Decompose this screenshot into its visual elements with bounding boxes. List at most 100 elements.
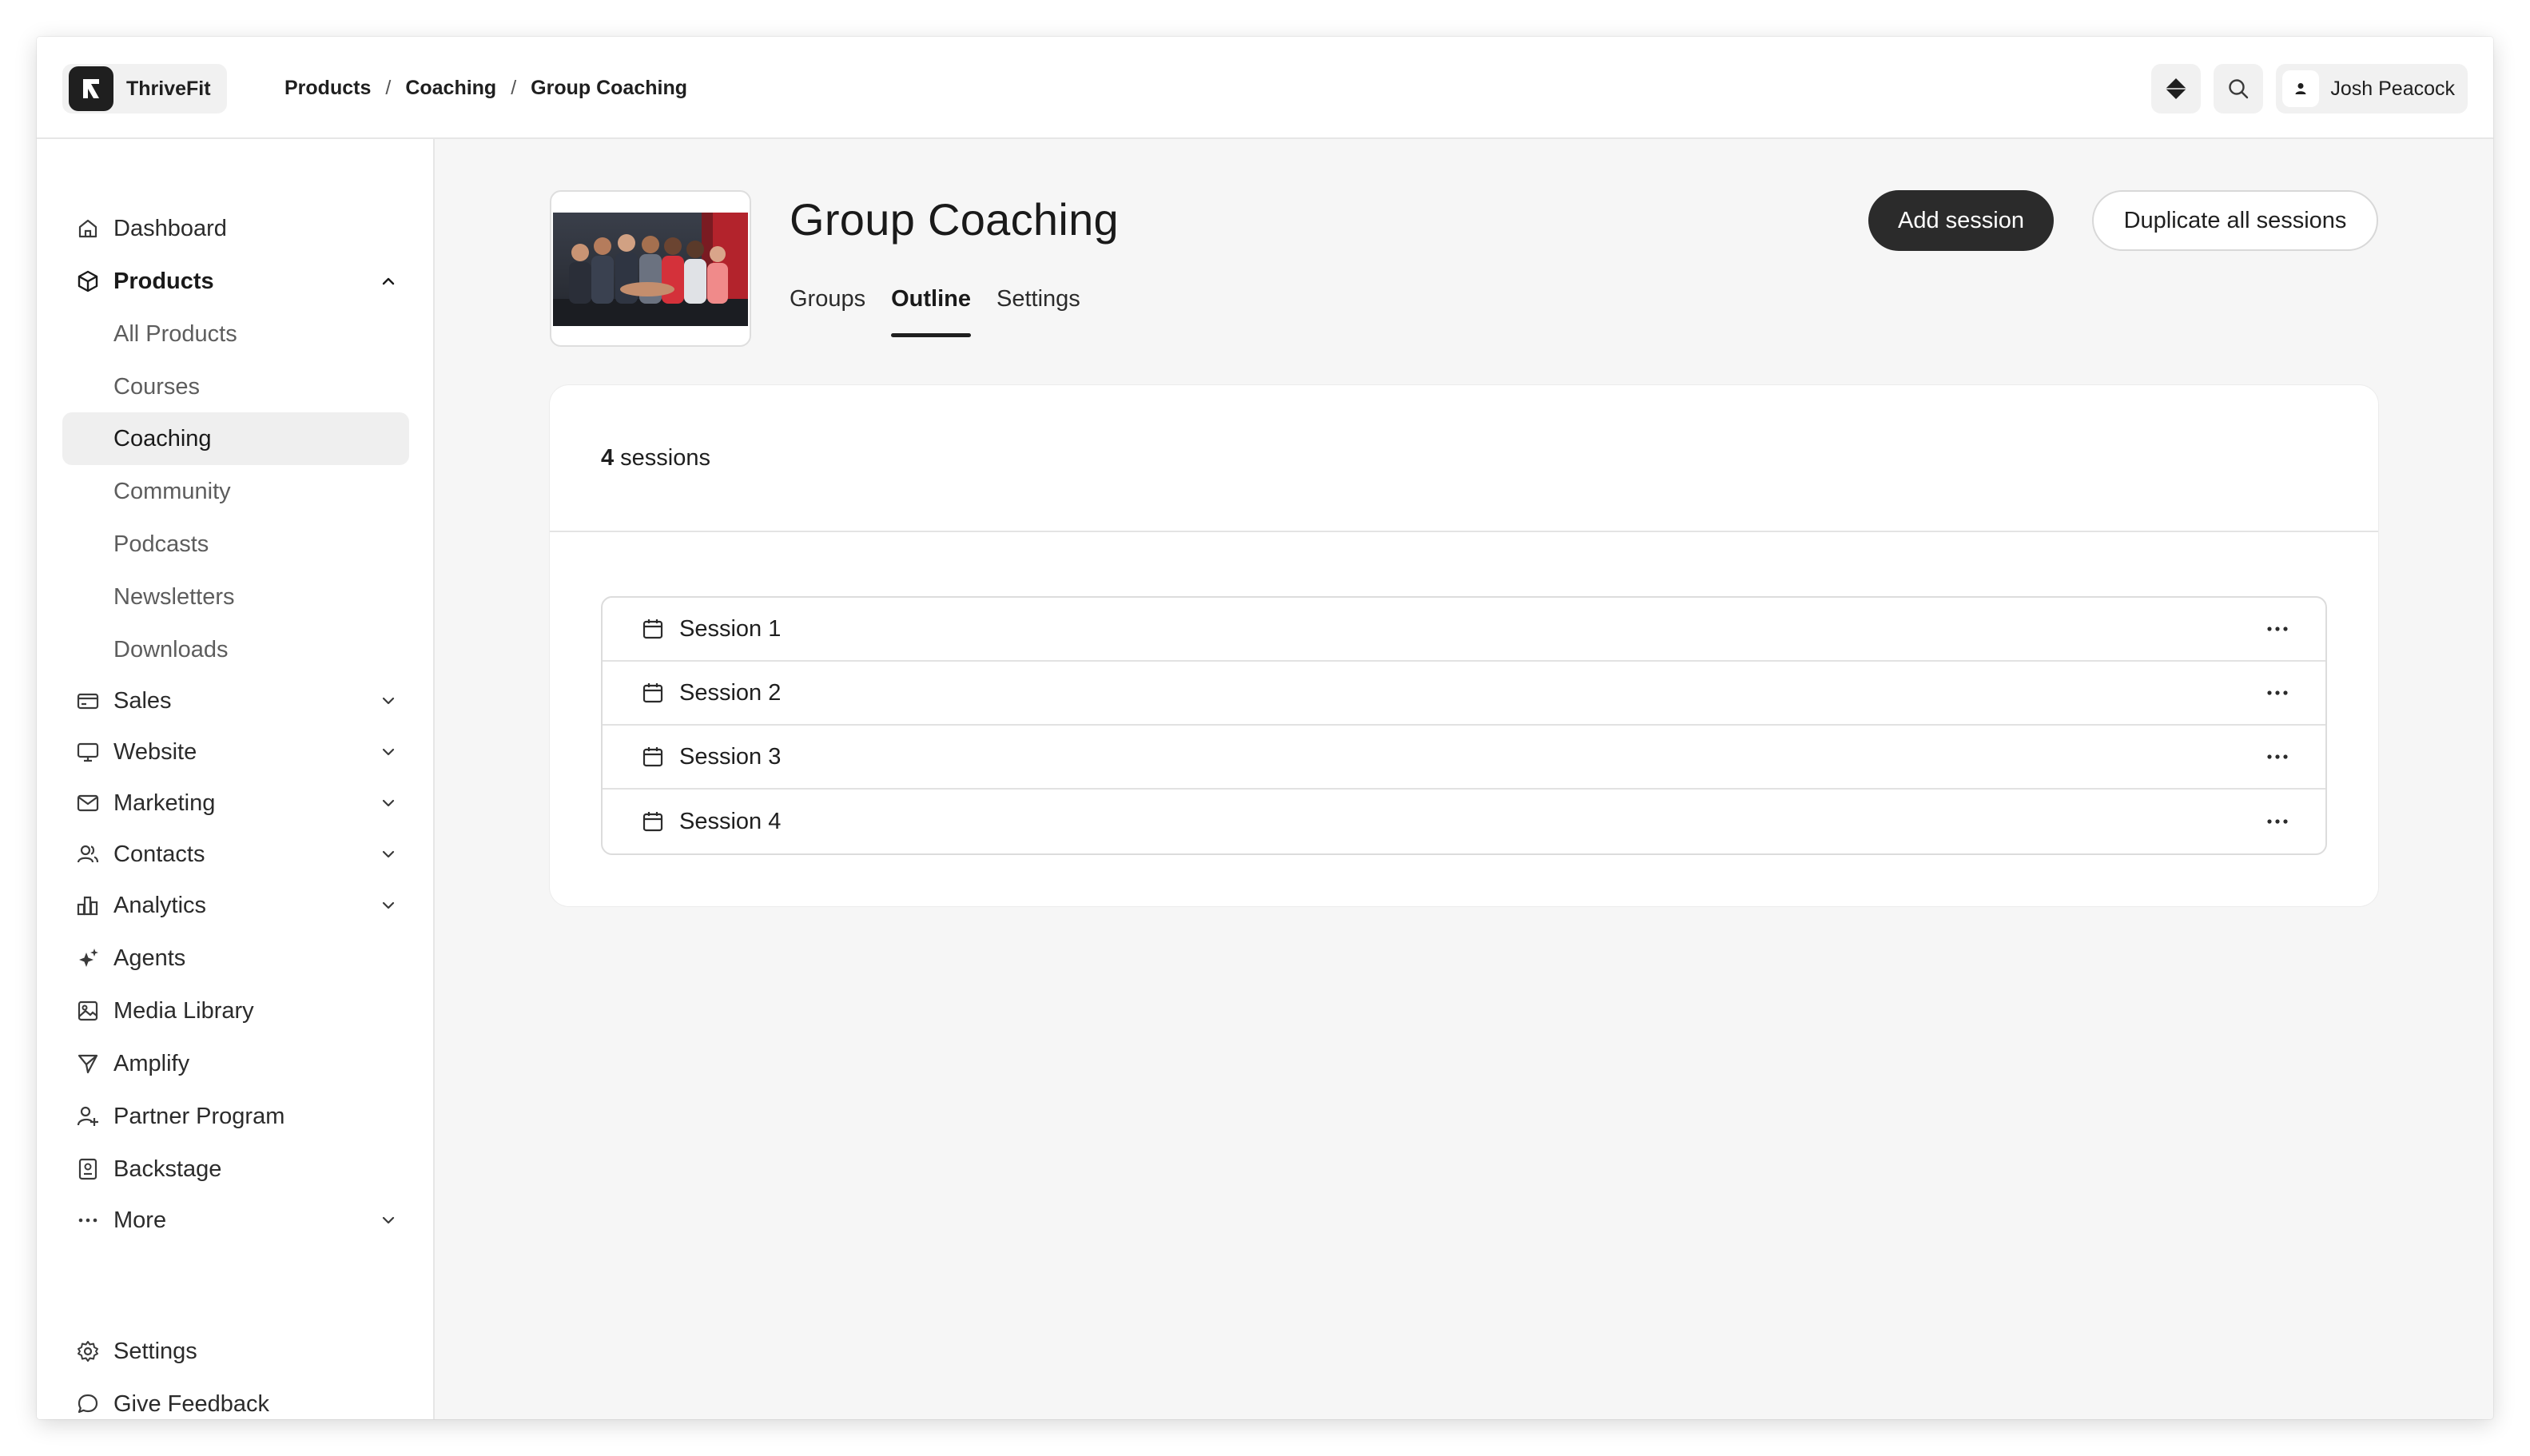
user-name: Josh Peacock xyxy=(2330,77,2455,100)
tab-outline[interactable]: Outline xyxy=(891,286,971,337)
search-button[interactable] xyxy=(2214,64,2264,113)
sidebar-item-dashboard[interactable]: Dashboard xyxy=(62,202,409,255)
sidebar-item-label: Contacts xyxy=(113,841,205,867)
user-icon xyxy=(2295,83,2306,94)
home-icon xyxy=(62,217,113,241)
avatar xyxy=(2282,70,2320,107)
chat-bubble-icon xyxy=(62,1392,113,1416)
sidebar-item-label: More xyxy=(113,1207,167,1233)
sidebar-item-label: Products xyxy=(113,268,214,294)
sidebar-item-media-library[interactable]: Media Library xyxy=(62,985,409,1037)
add-session-button[interactable]: Add session xyxy=(1868,190,2054,251)
app-window: ThriveFit Products / Coaching / Group Co… xyxy=(37,37,2493,1419)
tab-settings[interactable]: Settings xyxy=(996,286,1080,337)
sidebar-item-partner-program[interactable]: Partner Program xyxy=(62,1090,409,1143)
sidebar-item-products[interactable]: Products xyxy=(62,255,409,308)
sidebar-item-website[interactable]: Website xyxy=(62,726,409,778)
session-row[interactable]: Session 1 xyxy=(603,598,2325,662)
sidebar-subitem-community[interactable]: Community xyxy=(62,465,409,518)
bar-chart-icon xyxy=(62,893,113,917)
diamond-icon xyxy=(2166,78,2187,99)
top-right-actions: Josh Peacock xyxy=(2151,64,2468,113)
sidebar-item-label: Sales xyxy=(113,687,172,714)
chevron-down-icon[interactable] xyxy=(368,1211,409,1229)
sessions-card: 4 sessions Session 1 Session 2 Session 3… xyxy=(550,385,2378,906)
sidebar-item-settings[interactable]: Settings xyxy=(62,1325,409,1378)
calendar-icon xyxy=(641,617,679,641)
sidebar-item-label: Agents xyxy=(113,945,186,971)
breadcrumb-products[interactable]: Products xyxy=(284,77,371,100)
top-bar: ThriveFit Products / Coaching / Group Co… xyxy=(37,37,2493,139)
tab-groups[interactable]: Groups xyxy=(790,286,865,337)
users-icon xyxy=(62,842,113,866)
session-row[interactable]: Session 3 xyxy=(603,726,2325,790)
sidebar-item-contacts[interactable]: Contacts xyxy=(62,828,409,881)
sidebar-item-more[interactable]: More xyxy=(62,1194,409,1247)
sidebar-item-label: Settings xyxy=(113,1338,197,1364)
partner-icon xyxy=(62,1104,113,1128)
sidebar-item-marketing[interactable]: Marketing xyxy=(62,777,409,829)
page-title: Group Coaching xyxy=(790,194,1120,245)
more-options-icon[interactable] xyxy=(2261,625,2293,633)
breadcrumb-separator: / xyxy=(511,76,517,99)
calendar-icon xyxy=(641,745,679,769)
tab-bar: Groups Outline Settings xyxy=(790,286,1080,337)
session-row[interactable]: Session 2 xyxy=(603,662,2325,726)
sidebar-item-label: Marketing xyxy=(113,790,216,816)
sidebar-item-label: Partner Program xyxy=(113,1103,285,1129)
sidebar-item-amplify[interactable]: Amplify xyxy=(62,1037,409,1090)
more-options-icon[interactable] xyxy=(2261,689,2293,697)
sidebar-item-label: Dashboard xyxy=(113,215,227,241)
session-name: Session 3 xyxy=(679,743,782,770)
sidebar-subitem-courses[interactable]: Courses xyxy=(62,360,409,413)
more-options-icon[interactable] xyxy=(2261,818,2293,825)
session-count: 4 sessions xyxy=(550,385,2378,532)
search-icon xyxy=(2229,79,2249,99)
sidebar-item-agents[interactable]: Agents xyxy=(62,932,409,985)
sidebar-item-label: Media Library xyxy=(113,997,254,1024)
sidebar-item-label: Amplify xyxy=(113,1050,190,1076)
breadcrumb: Products / Coaching / Group Coaching xyxy=(284,37,687,139)
breadcrumb-coaching[interactable]: Coaching xyxy=(405,77,496,100)
chevron-up-icon[interactable] xyxy=(368,273,409,290)
brand-name: ThriveFit xyxy=(126,77,211,100)
more-options-icon[interactable] xyxy=(2261,753,2293,761)
badge-icon xyxy=(62,1157,113,1181)
session-count-label: sessions xyxy=(620,444,710,471)
calendar-icon xyxy=(641,810,679,833)
chevron-down-icon[interactable] xyxy=(368,897,409,914)
calendar-icon xyxy=(641,681,679,705)
chevron-down-icon[interactable] xyxy=(368,794,409,812)
sidebar-item-give-feedback[interactable]: Give Feedback xyxy=(62,1378,409,1419)
sidebar-subitem-coaching[interactable]: Coaching xyxy=(62,412,409,465)
sidebar-item-label: Backstage xyxy=(113,1156,222,1182)
sidebar-item-analytics[interactable]: Analytics xyxy=(62,879,409,932)
monitor-icon xyxy=(62,740,113,764)
sidebar-subitem-newsletters[interactable]: Newsletters xyxy=(62,571,409,623)
sidebar-item-backstage[interactable]: Backstage xyxy=(62,1143,409,1195)
sidebar-item-label: Website xyxy=(113,738,197,765)
session-list: Session 1 Session 2 Session 3 Session 4 xyxy=(601,596,2327,855)
session-count-number: 4 xyxy=(601,444,615,471)
duplicate-all-sessions-button[interactable]: Duplicate all sessions xyxy=(2092,190,2378,251)
brand-logo-icon xyxy=(69,66,113,111)
session-row[interactable]: Session 4 xyxy=(603,790,2325,853)
chevron-down-icon[interactable] xyxy=(368,743,409,761)
breadcrumb-separator: / xyxy=(385,76,392,99)
product-thumbnail[interactable] xyxy=(550,190,751,347)
session-name: Session 4 xyxy=(679,808,782,834)
chevron-down-icon[interactable] xyxy=(368,845,409,863)
sidebar-subitem-all-products[interactable]: All Products xyxy=(62,308,409,360)
sidebar-subitem-downloads[interactable]: Downloads xyxy=(62,623,409,676)
image-icon xyxy=(62,999,113,1023)
user-menu[interactable]: Josh Peacock xyxy=(2276,64,2468,113)
sidebar-item-sales[interactable]: Sales xyxy=(62,674,409,727)
credit-card-icon xyxy=(62,689,113,713)
group-photo-image xyxy=(553,213,748,326)
workspace-switcher[interactable]: ThriveFit xyxy=(62,64,227,113)
send-icon xyxy=(62,1052,113,1076)
sidebar: Dashboard Products All Products Courses … xyxy=(37,139,435,1419)
sidebar-subitem-podcasts[interactable]: Podcasts xyxy=(62,518,409,571)
diamond-button[interactable] xyxy=(2151,64,2202,113)
chevron-down-icon[interactable] xyxy=(368,692,409,710)
